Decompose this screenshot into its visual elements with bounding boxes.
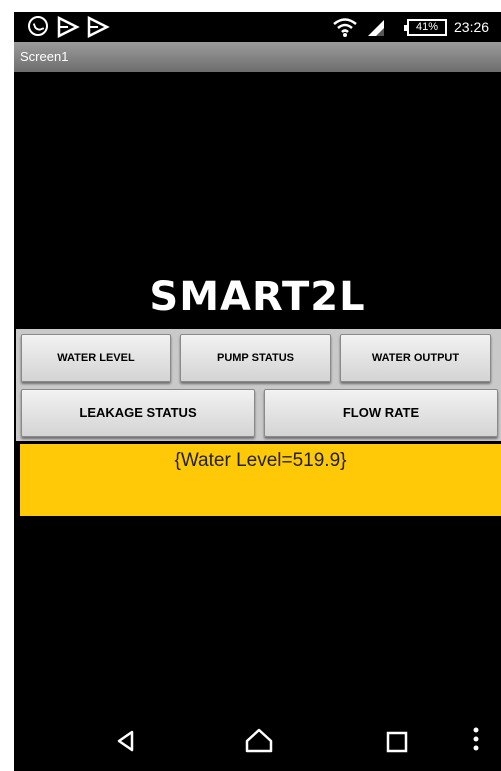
- navigation-bar: [14, 712, 501, 771]
- whatsapp-icon: [28, 16, 48, 36]
- leakage-status-button[interactable]: LEAKAGE STATUS: [21, 389, 255, 437]
- button-panel: WATER LEVEL PUMP STATUS WATER OUTPUT LEA…: [16, 329, 501, 441]
- back-icon[interactable]: [114, 729, 138, 757]
- recents-icon[interactable]: [386, 731, 408, 757]
- play-store-icon: [86, 15, 110, 42]
- flow-rate-button[interactable]: FLOW RATE: [264, 389, 498, 437]
- screen-title-bar: Screen1: [14, 42, 501, 72]
- water-output-button[interactable]: WATER OUTPUT: [340, 334, 491, 382]
- home-icon[interactable]: [244, 727, 274, 757]
- pump-status-button[interactable]: PUMP STATUS: [180, 334, 331, 382]
- water-level-button[interactable]: WATER LEVEL: [21, 334, 171, 382]
- app-title: SMART2L: [149, 274, 366, 320]
- battery-icon: 41%: [404, 19, 447, 36]
- phone-screen: 41% 23:26 Screen1 SMART2L WATER LEVEL PU…: [14, 12, 501, 771]
- play-store-icon: [56, 15, 80, 42]
- wifi-icon: [332, 16, 358, 42]
- status-bar: 41% 23:26: [14, 12, 501, 42]
- signal-icon: [366, 16, 386, 42]
- water-level-result: {Water Level=519.9}: [20, 444, 501, 516]
- clock: 23:26: [454, 19, 490, 35]
- overflow-menu-icon[interactable]: [472, 726, 480, 756]
